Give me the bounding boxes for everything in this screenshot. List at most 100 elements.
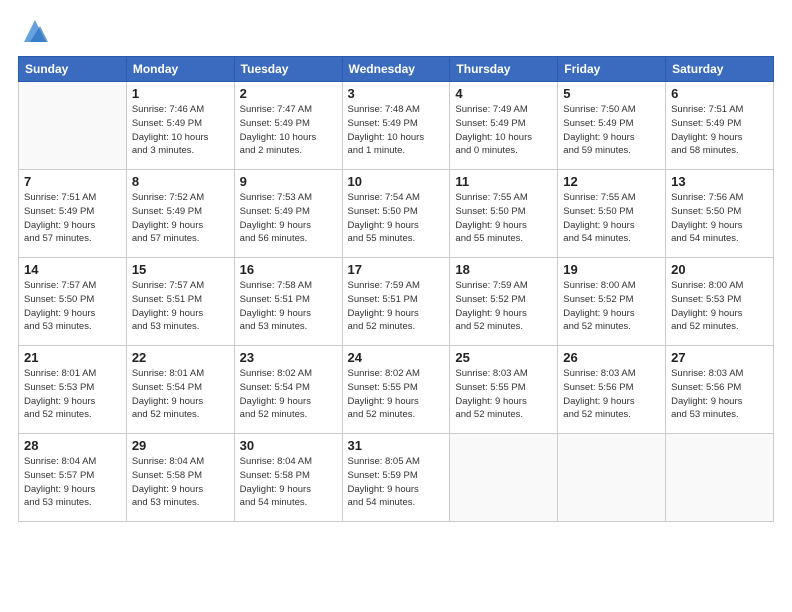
- day-number: 5: [563, 86, 660, 101]
- week-row-2: 7 Sunrise: 7:51 AM Sunset: 5:49 PM Daylig…: [19, 170, 774, 258]
- calendar-cell: 10Sunrise: 7:54 AM Sunset: 5:50 PM Dayli…: [342, 170, 450, 258]
- calendar-cell: 2 Sunrise: 7:47 AM Sunset: 5:49 PM Daylig…: [234, 82, 342, 170]
- day-info: Sunrise: 8:00 AM Sunset: 5:52 PM Dayligh…: [563, 279, 660, 334]
- weekday-header-thursday: Thursday: [450, 57, 558, 82]
- weekday-header-friday: Friday: [558, 57, 666, 82]
- day-info: Sunrise: 7:57 AM Sunset: 5:50 PM Dayligh…: [24, 279, 121, 334]
- calendar-cell: 11 Sunrise: 7:55 AM Sunset: 5:50 PM Dayli…: [450, 170, 558, 258]
- day-number: 20: [671, 262, 768, 277]
- day-number: 27: [671, 350, 768, 365]
- day-number: 9: [240, 174, 337, 189]
- calendar-cell: 24Sunrise: 8:02 AM Sunset: 5:55 PM Dayli…: [342, 346, 450, 434]
- day-number: 19: [563, 262, 660, 277]
- day-info: Sunrise: 7:59 AM Sunset: 5:52 PM Dayligh…: [455, 279, 552, 334]
- calendar-cell: 4Sunrise: 7:49 AM Sunset: 5:49 PM Daylig…: [450, 82, 558, 170]
- calendar-cell: 29 Sunrise: 8:04 AM Sunset: 5:58 PM Dayli…: [126, 434, 234, 522]
- day-number: 8: [132, 174, 229, 189]
- calendar-cell: 14 Sunrise: 7:57 AM Sunset: 5:50 PM Dayli…: [19, 258, 127, 346]
- day-info: Sunrise: 8:03 AM Sunset: 5:55 PM Dayligh…: [455, 367, 552, 422]
- day-info: Sunrise: 7:51 AM Sunset: 5:49 PM Dayligh…: [24, 191, 121, 246]
- day-number: 18: [455, 262, 552, 277]
- day-info: Sunrise: 7:57 AM Sunset: 5:51 PM Dayligh…: [132, 279, 229, 334]
- calendar-cell: 3 Sunrise: 7:48 AM Sunset: 5:49 PM Daylig…: [342, 82, 450, 170]
- day-info: Sunrise: 8:04 AM Sunset: 5:58 PM Dayligh…: [132, 455, 229, 510]
- day-number: 13: [671, 174, 768, 189]
- day-info: Sunrise: 8:00 AM Sunset: 5:53 PM Dayligh…: [671, 279, 768, 334]
- day-number: 28: [24, 438, 121, 453]
- day-number: 16: [240, 262, 337, 277]
- day-number: 30: [240, 438, 337, 453]
- calendar-cell: [19, 82, 127, 170]
- day-info: Sunrise: 8:04 AM Sunset: 5:57 PM Dayligh…: [24, 455, 121, 510]
- calendar-cell: 5 Sunrise: 7:50 AM Sunset: 5:49 PM Daylig…: [558, 82, 666, 170]
- calendar-cell: 6 Sunrise: 7:51 AM Sunset: 5:49 PM Daylig…: [666, 82, 774, 170]
- calendar-cell: 23Sunrise: 8:02 AM Sunset: 5:54 PM Dayli…: [234, 346, 342, 434]
- day-info: Sunrise: 8:03 AM Sunset: 5:56 PM Dayligh…: [563, 367, 660, 422]
- calendar-container: SundayMondayTuesdayWednesdayThursdayFrid…: [0, 0, 792, 612]
- weekday-header-monday: Monday: [126, 57, 234, 82]
- calendar-cell: 19 Sunrise: 8:00 AM Sunset: 5:52 PM Dayli…: [558, 258, 666, 346]
- calendar-cell: [450, 434, 558, 522]
- day-info: Sunrise: 7:48 AM Sunset: 5:49 PM Dayligh…: [348, 103, 445, 158]
- calendar-cell: 30 Sunrise: 8:04 AM Sunset: 5:58 PM Dayli…: [234, 434, 342, 522]
- day-info: Sunrise: 7:46 AM Sunset: 5:49 PM Dayligh…: [132, 103, 229, 158]
- day-number: 10: [348, 174, 445, 189]
- day-info: Sunrise: 7:53 AM Sunset: 5:49 PM Dayligh…: [240, 191, 337, 246]
- day-number: 4: [455, 86, 552, 101]
- day-number: 15: [132, 262, 229, 277]
- day-info: Sunrise: 8:05 AM Sunset: 5:59 PM Dayligh…: [348, 455, 445, 510]
- day-info: Sunrise: 7:47 AM Sunset: 5:49 PM Dayligh…: [240, 103, 337, 158]
- day-info: Sunrise: 7:59 AM Sunset: 5:51 PM Dayligh…: [348, 279, 445, 334]
- day-info: Sunrise: 7:55 AM Sunset: 5:50 PM Dayligh…: [563, 191, 660, 246]
- calendar-cell: 31 Sunrise: 8:05 AM Sunset: 5:59 PM Dayli…: [342, 434, 450, 522]
- day-number: 7: [24, 174, 121, 189]
- day-number: 3: [348, 86, 445, 101]
- day-info: Sunrise: 8:04 AM Sunset: 5:58 PM Dayligh…: [240, 455, 337, 510]
- calendar-cell: 12Sunrise: 7:55 AM Sunset: 5:50 PM Dayli…: [558, 170, 666, 258]
- calendar-cell: 18 Sunrise: 7:59 AM Sunset: 5:52 PM Dayli…: [450, 258, 558, 346]
- calendar-cell: 16Sunrise: 7:58 AM Sunset: 5:51 PM Dayli…: [234, 258, 342, 346]
- weekday-header-tuesday: Tuesday: [234, 57, 342, 82]
- day-number: 29: [132, 438, 229, 453]
- day-info: Sunrise: 7:50 AM Sunset: 5:49 PM Dayligh…: [563, 103, 660, 158]
- day-info: Sunrise: 7:51 AM Sunset: 5:49 PM Dayligh…: [671, 103, 768, 158]
- calendar-cell: 27 Sunrise: 8:03 AM Sunset: 5:56 PM Dayli…: [666, 346, 774, 434]
- day-number: 2: [240, 86, 337, 101]
- calendar-cell: 9 Sunrise: 7:53 AM Sunset: 5:49 PM Daylig…: [234, 170, 342, 258]
- day-info: Sunrise: 8:01 AM Sunset: 5:54 PM Dayligh…: [132, 367, 229, 422]
- day-number: 31: [348, 438, 445, 453]
- day-info: Sunrise: 8:03 AM Sunset: 5:56 PM Dayligh…: [671, 367, 768, 422]
- calendar-cell: 13 Sunrise: 7:56 AM Sunset: 5:50 PM Dayli…: [666, 170, 774, 258]
- day-number: 17: [348, 262, 445, 277]
- week-row-1: 1 Sunrise: 7:46 AM Sunset: 5:49 PM Daylig…: [19, 82, 774, 170]
- calendar-cell: [558, 434, 666, 522]
- calendar-table: SundayMondayTuesdayWednesdayThursdayFrid…: [18, 56, 774, 522]
- calendar-cell: 25 Sunrise: 8:03 AM Sunset: 5:55 PM Dayli…: [450, 346, 558, 434]
- day-info: Sunrise: 7:56 AM Sunset: 5:50 PM Dayligh…: [671, 191, 768, 246]
- day-number: 11: [455, 174, 552, 189]
- weekday-header-sunday: Sunday: [19, 57, 127, 82]
- day-number: 21: [24, 350, 121, 365]
- calendar-cell: 21 Sunrise: 8:01 AM Sunset: 5:53 PM Dayli…: [19, 346, 127, 434]
- day-info: Sunrise: 7:55 AM Sunset: 5:50 PM Dayligh…: [455, 191, 552, 246]
- calendar-cell: 8 Sunrise: 7:52 AM Sunset: 5:49 PM Daylig…: [126, 170, 234, 258]
- day-number: 14: [24, 262, 121, 277]
- day-number: 22: [132, 350, 229, 365]
- week-row-3: 14 Sunrise: 7:57 AM Sunset: 5:50 PM Dayli…: [19, 258, 774, 346]
- calendar-cell: 15 Sunrise: 7:57 AM Sunset: 5:51 PM Dayli…: [126, 258, 234, 346]
- header: [18, 18, 774, 46]
- weekday-header-saturday: Saturday: [666, 57, 774, 82]
- calendar-cell: 20 Sunrise: 8:00 AM Sunset: 5:53 PM Dayli…: [666, 258, 774, 346]
- calendar-cell: [666, 434, 774, 522]
- day-info: Sunrise: 8:02 AM Sunset: 5:54 PM Dayligh…: [240, 367, 337, 422]
- day-info: Sunrise: 7:52 AM Sunset: 5:49 PM Dayligh…: [132, 191, 229, 246]
- day-number: 25: [455, 350, 552, 365]
- day-info: Sunrise: 8:01 AM Sunset: 5:53 PM Dayligh…: [24, 367, 121, 422]
- weekday-header-row: SundayMondayTuesdayWednesdayThursdayFrid…: [19, 57, 774, 82]
- day-number: 26: [563, 350, 660, 365]
- day-number: 6: [671, 86, 768, 101]
- logo: [18, 18, 50, 46]
- weekday-header-wednesday: Wednesday: [342, 57, 450, 82]
- day-number: 1: [132, 86, 229, 101]
- logo-icon: [20, 16, 50, 46]
